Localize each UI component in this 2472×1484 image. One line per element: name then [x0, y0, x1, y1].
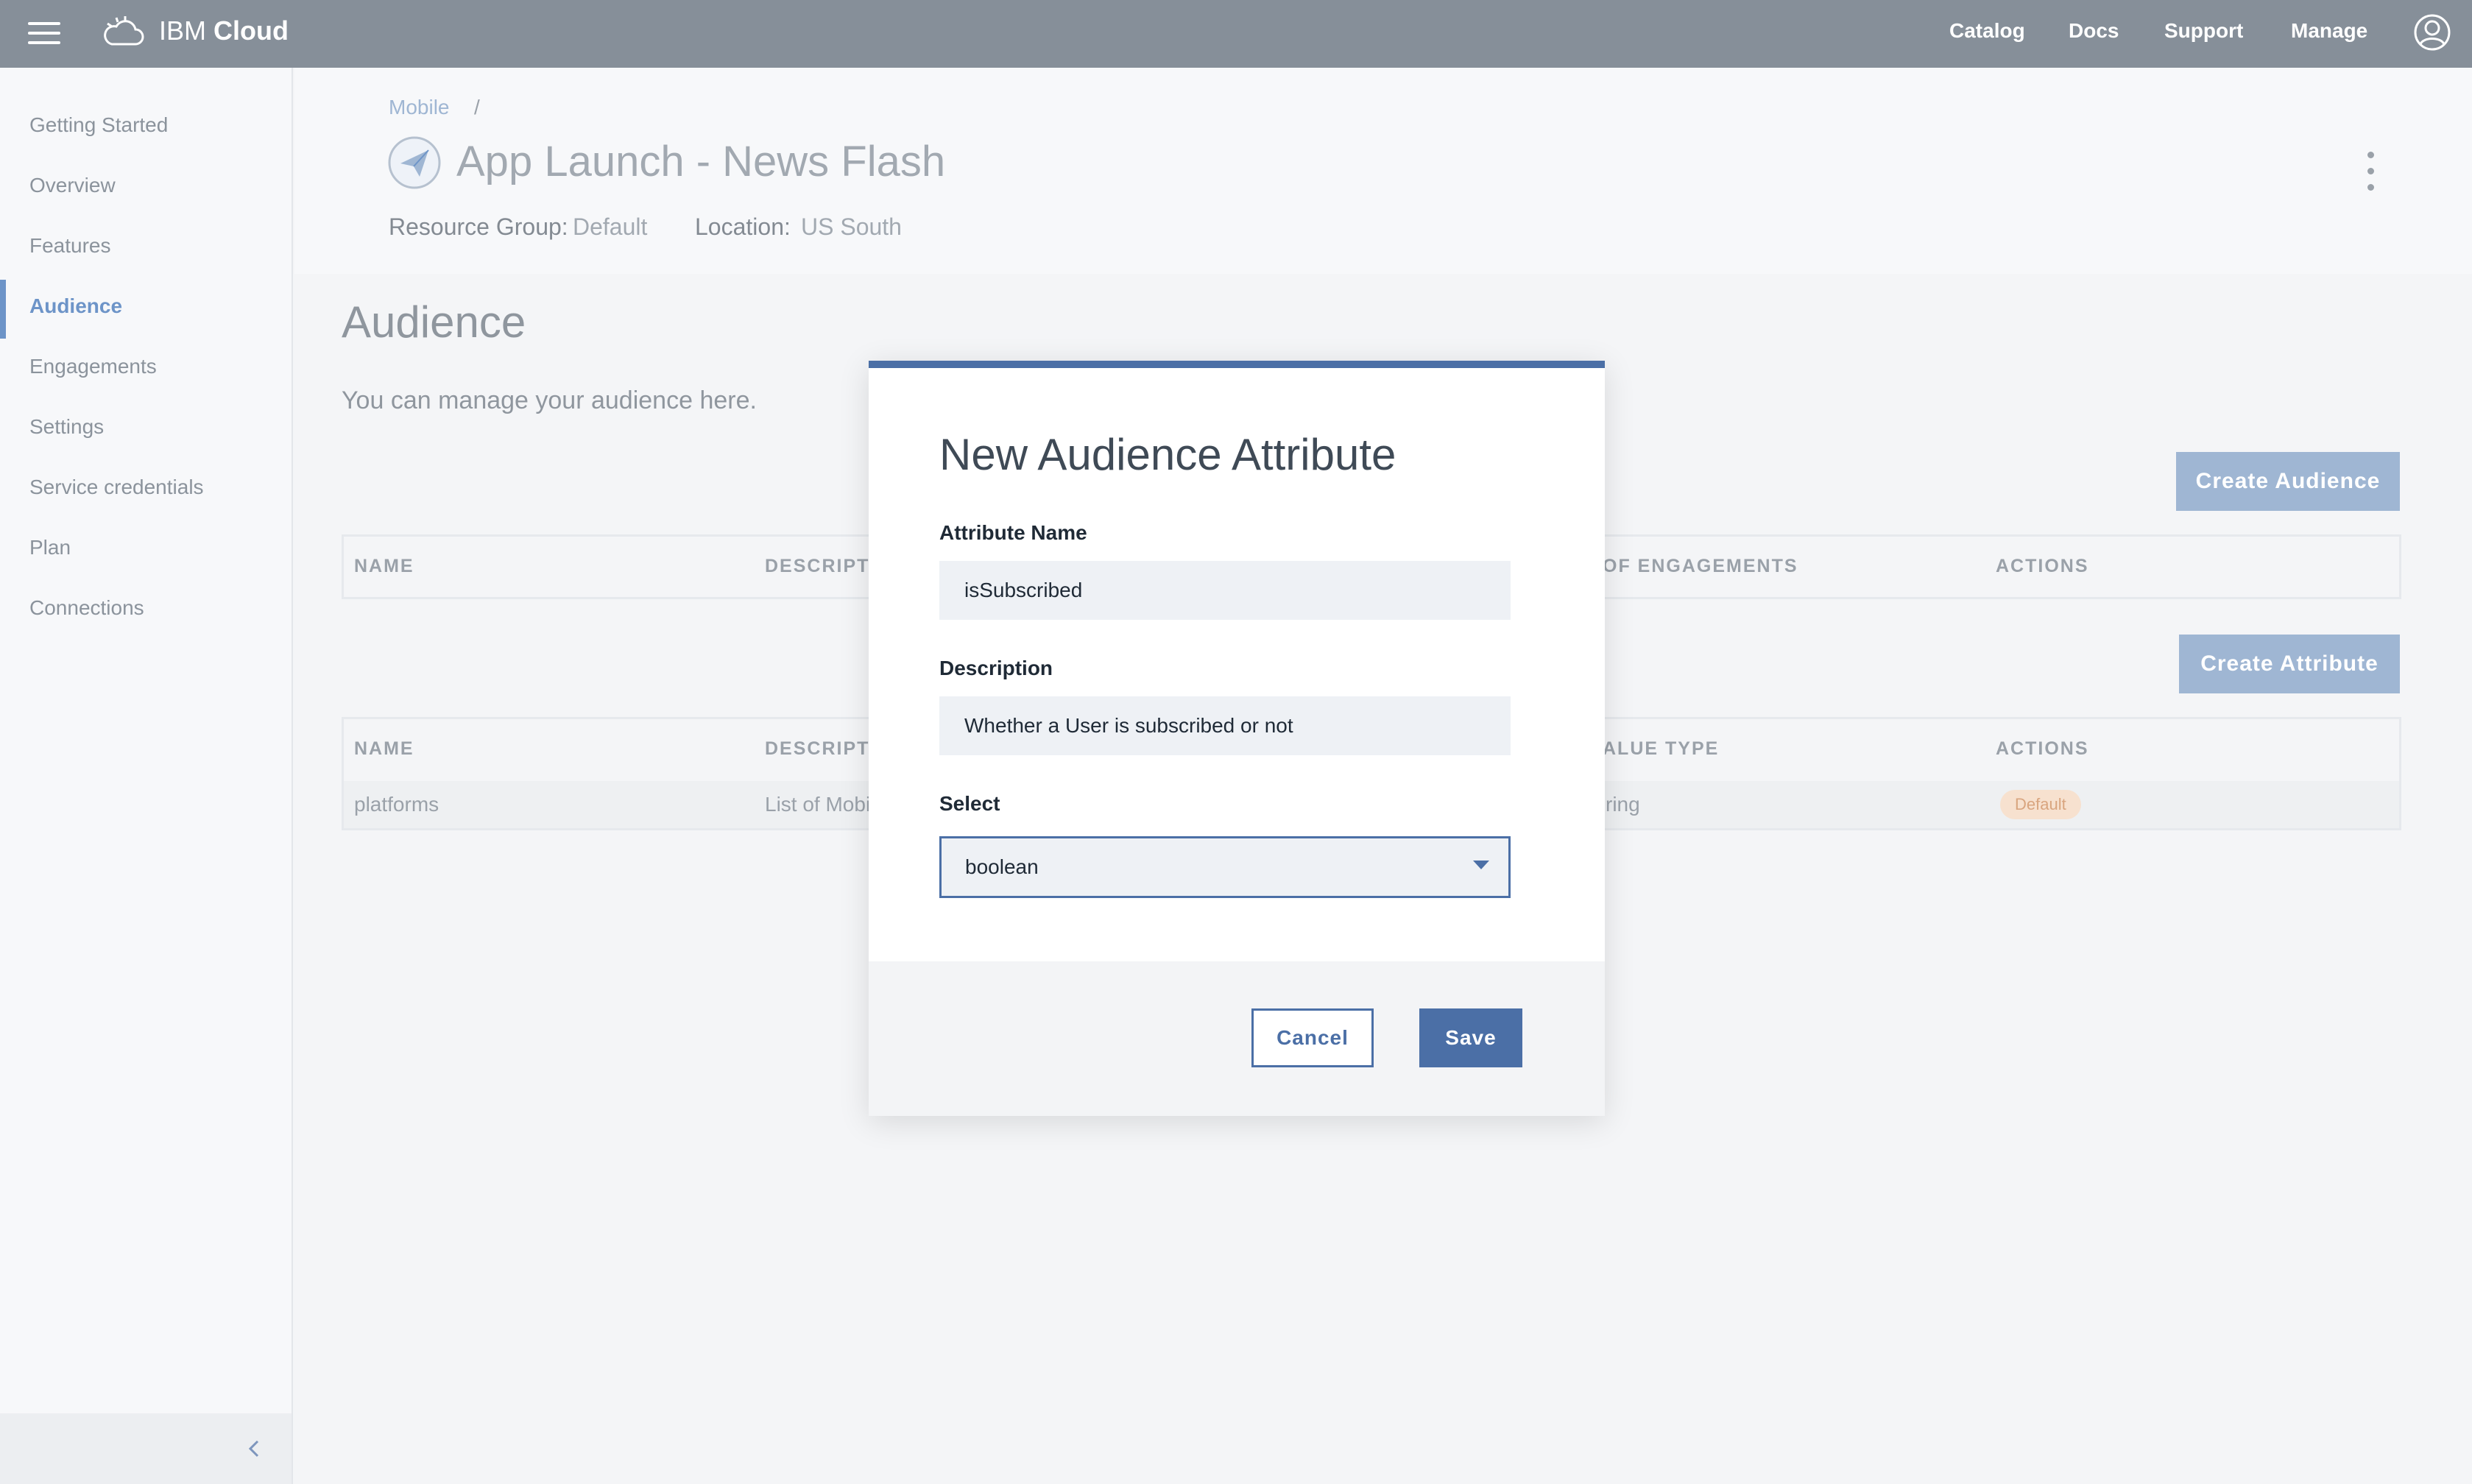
column-header: NAME [354, 738, 414, 759]
cell-value-type: ring [1606, 793, 1640, 816]
top-bar: IBM Cloud Catalog Docs Support Manage [0, 0, 2472, 68]
sidebar-item-getting-started[interactable]: Getting Started [29, 112, 168, 138]
page-header: Mobile / App Launch - News Flash Resourc… [294, 68, 2472, 274]
brand-product: Cloud [213, 15, 289, 46]
sidebar-active-indicator [0, 280, 6, 339]
caret-down-icon [1473, 861, 1489, 869]
location-label: Location: [695, 213, 791, 240]
cancel-button[interactable]: Cancel [1251, 1008, 1374, 1067]
column-header: DESCRIPTI [765, 738, 877, 759]
cell-description: List of Mobi [765, 793, 871, 816]
create-audience-button[interactable]: Create Audience [2176, 452, 2400, 511]
resource-group-label: Resource Group: [389, 213, 568, 240]
nav-manage[interactable]: Manage [2291, 18, 2367, 44]
column-header: ACTIONS [1996, 556, 2089, 576]
location-value: US South [801, 213, 902, 240]
save-button[interactable]: Save [1419, 1008, 1522, 1067]
user-avatar-icon[interactable] [2413, 13, 2451, 52]
sidebar-item-service-credentials[interactable]: Service credentials [29, 474, 204, 501]
status-badge: Default [2000, 790, 2081, 819]
chevron-left-icon[interactable] [243, 1437, 265, 1460]
nav-support[interactable]: Support [2164, 18, 2243, 44]
description-label: Description [939, 657, 1053, 679]
sidebar-item-connections[interactable]: Connections [29, 595, 144, 621]
sidebar-item-plan[interactable]: Plan [29, 534, 71, 561]
column-header: ALUE TYPE [1603, 738, 1720, 759]
attribute-name-input[interactable] [939, 561, 1511, 620]
brand-name[interactable]: IBM Cloud [159, 15, 289, 47]
dialog-footer: Cancel Save [869, 961, 1605, 1116]
cell-name: platforms [354, 793, 439, 816]
cloud-logo-icon [104, 16, 144, 46]
description-input[interactable] [939, 696, 1511, 755]
sidebar-item-engagements[interactable]: Engagements [29, 353, 157, 380]
brand-prefix: IBM [159, 15, 207, 46]
select-value: boolean [965, 855, 1039, 878]
paper-plane-icon [388, 136, 441, 189]
create-attribute-button[interactable]: Create Attribute [2179, 635, 2400, 693]
page-title: App Launch - News Flash [456, 138, 946, 186]
column-header: OF ENGAGEMENTS [1603, 556, 1798, 576]
dialog-title: New Audience Attribute [939, 430, 1396, 479]
breadcrumb-mobile[interactable]: Mobile [389, 94, 449, 121]
overflow-menu-icon[interactable] [2365, 152, 2376, 193]
value-type-select[interactable]: boolean [939, 836, 1511, 898]
column-header: DESCRIPTI [765, 556, 877, 576]
section-title: Audience [342, 297, 526, 347]
attribute-name-label: Attribute Name [939, 521, 1087, 544]
sidebar-item-settings[interactable]: Settings [29, 414, 104, 440]
sidebar-item-audience[interactable]: Audience [29, 293, 122, 319]
sidebar-item-overview[interactable]: Overview [29, 172, 116, 199]
sidebar-item-features[interactable]: Features [29, 233, 111, 259]
select-label: Select [939, 792, 1000, 815]
nav-catalog[interactable]: Catalog [1949, 18, 2025, 44]
hamburger-menu-icon[interactable] [28, 22, 60, 46]
nav-docs[interactable]: Docs [2069, 18, 2119, 44]
section-subtitle: You can manage your audience here. [342, 386, 757, 414]
new-attribute-dialog: New Audience Attribute Attribute Name De… [869, 361, 1605, 1116]
breadcrumb-separator: / [474, 96, 480, 119]
sidebar: Getting Started Overview Features Audien… [0, 68, 293, 1484]
column-header: ACTIONS [1996, 738, 2089, 759]
resource-group-value: Default [573, 213, 648, 240]
sidebar-footer [0, 1413, 292, 1484]
column-header: NAME [354, 556, 414, 576]
